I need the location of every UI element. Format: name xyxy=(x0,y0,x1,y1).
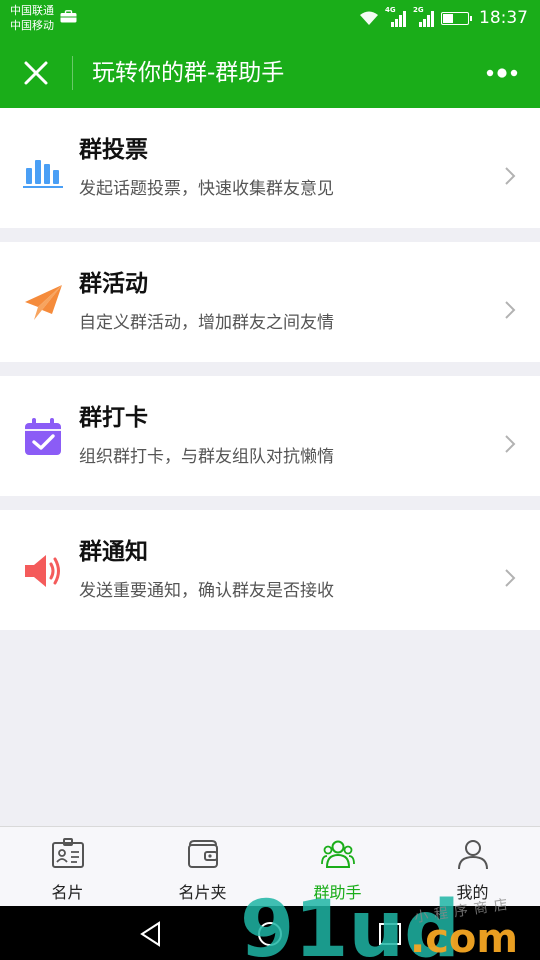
feature-title: 群通知 xyxy=(79,539,148,565)
close-button[interactable] xyxy=(14,51,58,95)
feature-group-notice[interactable]: 群通知 发送重要通知，确认群友是否接收 xyxy=(0,510,540,630)
tab-mine[interactable]: 我的 xyxy=(405,827,540,906)
page-title: 玩转你的群-群助手 xyxy=(92,60,285,86)
tab-label: 群助手 xyxy=(313,883,362,902)
wifi-icon xyxy=(360,11,378,25)
tab-business-card[interactable]: 名片 xyxy=(0,827,135,906)
status-time: 18:37 xyxy=(479,8,528,28)
signal-icon xyxy=(391,11,406,27)
tab-label: 名片 xyxy=(51,883,84,902)
tab-label: 我的 xyxy=(456,883,489,902)
tab-card-holder[interactable]: 名片夹 xyxy=(135,827,270,906)
home-circle-icon[interactable] xyxy=(256,920,284,948)
wallet-icon xyxy=(187,840,218,868)
tab-group-assistant[interactable]: 群助手 xyxy=(270,827,405,906)
signal-icon xyxy=(419,11,434,27)
signal-2: 2G xyxy=(413,6,435,27)
chevron-right-icon xyxy=(505,569,516,587)
system-nav-bar xyxy=(0,906,540,960)
feature-description: 发送重要通知，确认群友是否接收 xyxy=(79,581,334,601)
feature-description: 发起话题投票，快速收集群友意见 xyxy=(79,179,334,199)
group-icon xyxy=(320,840,355,868)
battery-icon xyxy=(441,11,472,25)
paper-plane-icon xyxy=(25,285,62,320)
back-triangle-icon[interactable] xyxy=(137,920,165,948)
card-icon xyxy=(51,838,84,868)
more-button[interactable] xyxy=(482,60,522,86)
nav-bar: 玩转你的群-群助手 xyxy=(0,38,540,108)
feature-group-checkin[interactable]: 群打卡 组织群打卡，与群友组队对抗懒惰 xyxy=(0,376,540,496)
feature-title: 群打卡 xyxy=(79,405,148,431)
feature-description: 自定义群活动，增加群友之间友情 xyxy=(79,313,334,333)
recents-square-icon[interactable] xyxy=(376,920,404,948)
briefcase-icon xyxy=(60,10,77,23)
chevron-right-icon xyxy=(505,301,516,319)
more-icon xyxy=(486,68,518,78)
signal-1: 4G xyxy=(385,6,407,27)
feature-group-activity[interactable]: 群活动 自定义群活动，增加群友之间友情 xyxy=(0,242,540,362)
person-icon xyxy=(457,840,488,870)
tab-label: 名片夹 xyxy=(178,883,227,902)
bar-chart-icon xyxy=(23,160,63,188)
feature-description: 组织群打卡，与群友组队对抗懒惰 xyxy=(79,447,334,467)
status-bar: 中国联通 中国移动 4G 2G 18:37 xyxy=(0,0,540,38)
chevron-right-icon xyxy=(505,435,516,453)
calendar-check-icon xyxy=(25,418,61,455)
feature-list: 群投票 发起话题投票，快速收集群友意见 群活动 自定义群活动，增加群友之间友情 … xyxy=(0,108,540,630)
feature-title: 群活动 xyxy=(79,271,148,297)
feature-title: 群投票 xyxy=(79,137,148,163)
nav-divider xyxy=(72,56,73,90)
tab-bar: 名片 名片夹 群助手 我的 xyxy=(0,826,540,906)
close-icon xyxy=(24,61,48,85)
carrier-info: 中国联通 中国移动 xyxy=(10,3,54,33)
carrier-2: 中国移动 xyxy=(10,19,54,32)
carrier-1: 中国联通 xyxy=(10,4,54,17)
speaker-icon xyxy=(25,555,60,587)
feature-group-vote[interactable]: 群投票 发起话题投票，快速收集群友意见 xyxy=(0,108,540,228)
chevron-right-icon xyxy=(505,167,516,185)
